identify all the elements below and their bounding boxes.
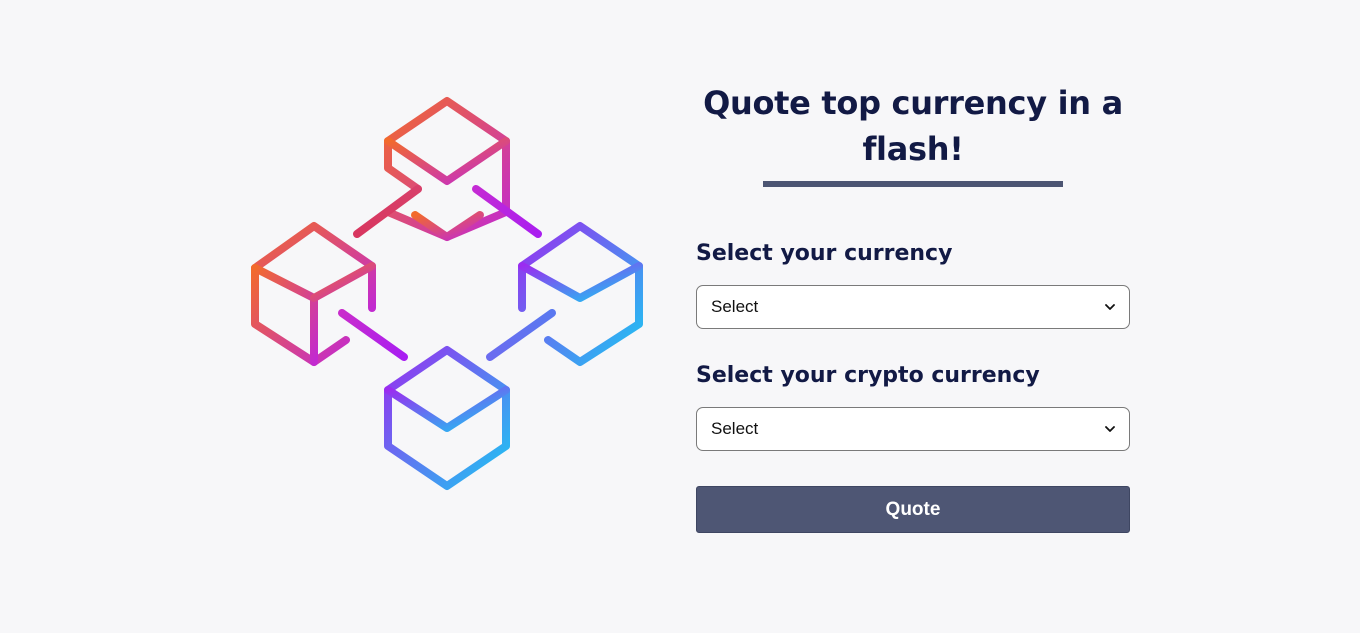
right-cube-icon xyxy=(518,222,643,366)
currency-label: Select your currency xyxy=(696,241,953,266)
link-line-icon xyxy=(486,309,556,361)
quote-button[interactable]: Quote xyxy=(696,486,1130,533)
title-underline xyxy=(763,181,1063,187)
page-title: Quote top currency in a flash! xyxy=(703,84,1123,168)
left-cube-icon xyxy=(251,222,376,366)
chevron-down-icon xyxy=(1105,302,1115,312)
crypto-label: Select your crypto currency xyxy=(696,363,1040,388)
bottom-cube-icon xyxy=(384,346,510,490)
top-cube-icon xyxy=(384,97,510,241)
currency-select-value: Select xyxy=(711,297,759,316)
chevron-down-icon xyxy=(1105,424,1115,434)
crypto-select-value: Select xyxy=(711,419,759,438)
crypto-select[interactable]: Select xyxy=(696,407,1130,451)
blockchain-cubes-icon xyxy=(251,97,643,490)
page: Quote top currency in a flash! Select yo… xyxy=(0,0,1360,633)
link-line-icon xyxy=(338,309,408,361)
link-line-icon xyxy=(353,185,422,238)
currency-select[interactable]: Select xyxy=(696,285,1130,329)
